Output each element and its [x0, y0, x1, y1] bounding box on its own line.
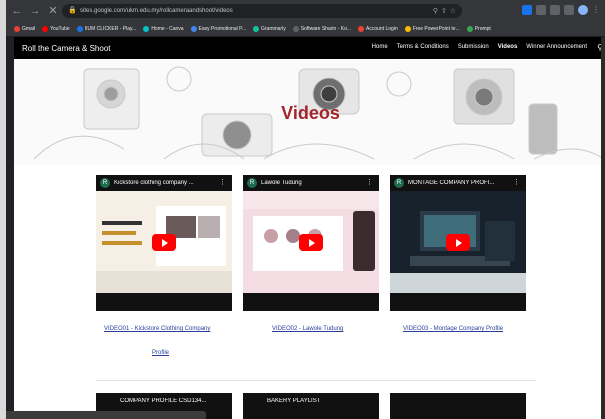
browser-window: ← → ✕ 🔒 sites.google.com/ukm.edu.my/roll…: [6, 0, 605, 419]
more-options-icon[interactable]: ⋮: [513, 178, 520, 186]
url-text: sites.google.com/ukm.edu.my/rollcameraan…: [80, 8, 233, 14]
screen-frame: ← → ✕ 🔒 sites.google.com/ukm.edu.my/roll…: [0, 0, 605, 419]
more-options-icon[interactable]: ⋮: [219, 178, 226, 186]
video-embed-1[interactable]: R Kickstore clothing company ... ⋮: [96, 175, 232, 311]
extension-icons: ⋮: [522, 5, 602, 15]
address-bar-row: ← → ✕ 🔒 sites.google.com/ukm.edu.my/roll…: [6, 0, 605, 22]
video-title[interactable]: Kickstore clothing company ...: [114, 180, 214, 186]
video-header: R Lawole Tudung ⋮: [243, 175, 379, 191]
zoom-icon[interactable]: ⚲: [433, 7, 438, 15]
extension-icon[interactable]: [536, 5, 546, 15]
channel-avatar[interactable]: R: [247, 178, 257, 188]
bookmark-icon: [358, 26, 365, 32]
bookmark-icon: [42, 26, 49, 32]
hero-banner: Videos: [14, 59, 605, 165]
nav-videos[interactable]: Videos: [498, 44, 518, 50]
bookmarks-bar: Gmail YouTube IIUM CLICKER - Play... Hom…: [6, 22, 605, 36]
bookmark-icon: [143, 26, 150, 32]
bookmark-item[interactable]: IIUM CLICKER - Play...: [76, 26, 136, 32]
bookmark-icon: [190, 26, 197, 32]
play-button-icon[interactable]: [152, 234, 176, 251]
more-options-icon[interactable]: ⋮: [366, 178, 373, 186]
video-title[interactable]: COMPANY PROFILE CSD134...: [120, 398, 220, 404]
video-link-1-continued[interactable]: Profile: [152, 350, 169, 356]
url-bar[interactable]: 🔒 sites.google.com/ukm.edu.my/rollcamera…: [62, 4, 462, 18]
video-thumbnail[interactable]: [390, 191, 526, 293]
profile-avatar-icon[interactable]: [578, 5, 588, 15]
extension-icon[interactable]: [564, 5, 574, 15]
bookmark-item[interactable]: Prompt: [466, 26, 491, 32]
page-title: Videos: [281, 103, 340, 123]
bookmark-icon: [76, 26, 83, 32]
video-title[interactable]: Lawole Tudung: [261, 180, 361, 186]
video-embed-5[interactable]: BAKERY PLAYLIST: [243, 393, 379, 419]
video-link-3[interactable]: VIDEO03 - Montage Company Profile: [403, 326, 503, 332]
bookmark-item[interactable]: Home - Canva: [143, 26, 184, 32]
videos-section: R Kickstore clothing company ... ⋮ R Law…: [14, 165, 605, 419]
video-header: COMPANY PROFILE CSD134...: [96, 393, 232, 409]
bookmark-icon: [252, 26, 259, 32]
video-header: BAKERY PLAYLIST: [243, 393, 379, 409]
video-embed-6[interactable]: [390, 393, 526, 419]
scrollbar[interactable]: [601, 37, 605, 419]
bookmark-icon: [404, 26, 411, 32]
video-header: [390, 393, 526, 409]
site-menu: Home Terms & Conditions Submission Video…: [372, 44, 587, 50]
video-header: R MONTAGE COMPANY PROFI... ⋮: [390, 175, 526, 191]
bookmark-icon: [292, 26, 299, 32]
forward-icon[interactable]: →: [28, 4, 42, 18]
bookmark-item[interactable]: YouTube: [42, 26, 70, 32]
nav-home[interactable]: Home: [372, 44, 388, 50]
video-link-2[interactable]: VIDEO02 - Lawole Tudung: [272, 326, 343, 332]
bookmark-item[interactable]: Easy Promotional P...: [190, 26, 246, 32]
bookmark-item[interactable]: Grammarly: [252, 26, 286, 32]
section-divider: [96, 380, 536, 381]
channel-avatar[interactable]: R: [394, 178, 404, 188]
bookmark-item[interactable]: Account Login: [358, 26, 398, 32]
play-button-icon[interactable]: [446, 234, 470, 251]
play-button-icon[interactable]: [299, 234, 323, 251]
status-bar: [6, 411, 206, 419]
bookmark-item[interactable]: Software Sharin - Ko...: [292, 26, 351, 32]
video-thumbnail[interactable]: [243, 191, 379, 293]
bookmark-icon: [14, 26, 20, 32]
video-thumbnail[interactable]: [96, 191, 232, 293]
stop-icon[interactable]: ✕: [46, 4, 60, 18]
nav-terms[interactable]: Terms & Conditions: [397, 44, 449, 50]
extension-icon[interactable]: [522, 5, 532, 15]
channel-avatar[interactable]: R: [100, 178, 110, 188]
video-embed-3[interactable]: R MONTAGE COMPANY PROFI... ⋮: [390, 175, 526, 311]
video-link-1[interactable]: VIDEO01 - Kickstore Clothing Company: [104, 326, 210, 332]
lock-icon: 🔒: [68, 7, 77, 14]
nav-winner[interactable]: Winner Announcement: [526, 44, 587, 50]
nav-submission[interactable]: Submission: [458, 44, 489, 50]
extension-icon[interactable]: [550, 5, 560, 15]
bookmark-icon: [466, 26, 473, 32]
bookmark-star-icon[interactable]: ☆: [450, 7, 456, 15]
site-header: Roll the Camera & Shoot Home Terms & Con…: [14, 37, 605, 59]
video-header: R Kickstore clothing company ... ⋮: [96, 175, 232, 191]
share-icon[interactable]: ⇧: [441, 7, 447, 15]
video-title[interactable]: MONTAGE COMPANY PROFI...: [408, 180, 508, 186]
video-embed-2[interactable]: R Lawole Tudung ⋮: [243, 175, 379, 311]
bookmark-item[interactable]: Gmail: [14, 26, 35, 32]
back-icon[interactable]: ←: [10, 4, 24, 18]
web-page: Roll the Camera & Shoot Home Terms & Con…: [14, 37, 605, 419]
bookmark-item[interactable]: Free PowerPoint te...: [404, 26, 460, 32]
video-title[interactable]: BAKERY PLAYLIST: [267, 398, 367, 404]
browser-menu-icon[interactable]: ⋮: [592, 5, 602, 15]
site-title[interactable]: Roll the Camera & Shoot: [22, 44, 111, 53]
